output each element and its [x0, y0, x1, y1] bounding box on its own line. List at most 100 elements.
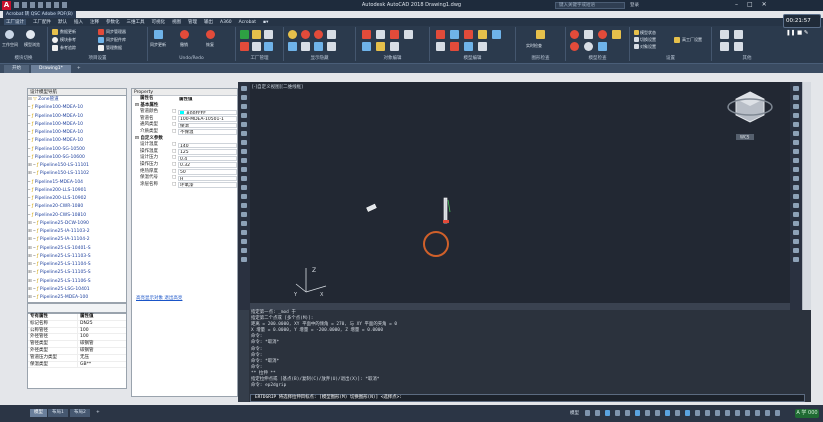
sync-library-icon[interactable]: [98, 37, 104, 43]
model-edit-icon-9[interactable]: [478, 42, 487, 51]
tool-icon[interactable]: [241, 158, 247, 163]
model-edit-icon-6[interactable]: [436, 42, 445, 51]
tree-scrollbar[interactable]: [27, 303, 127, 313]
tree-item[interactable]: ⎯ ƒ Pipeline200-LLS-10902: [28, 195, 126, 203]
tree-item[interactable]: ⊞ ⎯ ƒ Pipeline25-DCW-1090: [28, 220, 126, 228]
tool-icon[interactable]: [793, 194, 799, 199]
tool-icon[interactable]: [241, 212, 247, 217]
tree-item[interactable]: ⎯ ƒ Pipeline200-LLS-10901: [28, 187, 126, 195]
data-update-icon[interactable]: [52, 29, 58, 35]
selection-cycle-icon[interactable]: [665, 410, 670, 416]
tree-item[interactable]: ⊞ ⎯ ƒ Pipeline25-LS-11106-S: [28, 278, 126, 286]
maximize-icon[interactable]: □: [747, 1, 753, 8]
status-model-label[interactable]: 模型: [570, 410, 579, 416]
tree-item[interactable]: ⎯ ƒ Pipeline100-MDEA-10: [28, 137, 126, 145]
drawing-canvas[interactable]: [-]自定义视图][二维线框] WCS Z X Y: [238, 82, 802, 310]
tool-icon[interactable]: [793, 167, 799, 172]
quick-props-icon[interactable]: [725, 410, 730, 416]
tool-icon[interactable]: [793, 158, 799, 163]
ribbon-tab[interactable]: 注释: [90, 19, 99, 25]
highlight-links[interactable]: 高亮显示对象 退出高亮: [136, 295, 182, 301]
model-check-icon-2[interactable]: [584, 30, 593, 39]
property-value-field[interactable]: 0.4: [178, 155, 237, 162]
property-value-field[interactable]: 环氧漆: [178, 182, 237, 188]
tool-icon[interactable]: [241, 131, 247, 136]
ribbon-tab[interactable]: 参数化: [106, 19, 120, 25]
tree-item[interactable]: ⊞ ⎯ ƒ Pipeline150-LS-11102: [28, 170, 126, 178]
display-icon-4[interactable]: [327, 30, 336, 39]
lineweight-icon[interactable]: [645, 410, 650, 416]
tool-icon[interactable]: [793, 86, 799, 91]
tree-item[interactable]: ⊞ ⎯ ƒ Pipeline25-LS-11105-S: [28, 269, 126, 277]
ribbon-tab[interactable]: Acrobat: [239, 20, 256, 25]
property-value-field[interactable]: 100-MDEA-10501-1: [178, 116, 237, 122]
search-input[interactable]: 键入关键字或短语: [555, 2, 625, 9]
object-icon-3[interactable]: [390, 30, 399, 39]
redo-large-icon[interactable]: [206, 30, 215, 39]
vertical-scrollbar[interactable]: [802, 82, 811, 310]
layout-tab-2[interactable]: 布局2: [70, 409, 90, 417]
grid-icon[interactable]: [585, 410, 590, 416]
ribbon-tab[interactable]: 工厂设计: [4, 19, 26, 25]
tool-icon[interactable]: [793, 203, 799, 208]
tree-item[interactable]: ⎯ ƒ Pipeline20-CWS-10810: [28, 212, 126, 220]
tool-icon[interactable]: [793, 131, 799, 136]
factory-icon-1[interactable]: [240, 30, 249, 39]
object-icon-6[interactable]: [376, 42, 385, 51]
tree-item[interactable]: ⎯ ƒ Pipeline100-SG-10600: [28, 154, 126, 162]
property-value-field[interactable]: 不保温: [178, 129, 237, 136]
advanced-settings-icon[interactable]: [674, 37, 680, 43]
object-icon-4[interactable]: [404, 30, 413, 39]
customize-icon[interactable]: [775, 410, 780, 416]
tree-root[interactable]: ⊟ ▽ Zone管道: [28, 96, 126, 104]
tool-icon[interactable]: [793, 176, 799, 181]
display-icon-2[interactable]: [301, 30, 310, 39]
tool-icon[interactable]: [241, 248, 247, 253]
tree-item[interactable]: ⎯ ƒ Pipeline100-SG-10500: [28, 146, 126, 154]
sync-update-icon[interactable]: [154, 30, 163, 39]
annoscale-icon[interactable]: [695, 410, 700, 416]
model-status-icon[interactable]: [634, 30, 639, 35]
tool-icon[interactable]: [793, 149, 799, 154]
tab-drawing1[interactable]: Drawing1*: [31, 65, 71, 73]
tree-item[interactable]: ⎯ ƒ Pipeline100-MDEA-10: [28, 104, 126, 112]
display-icon-3[interactable]: [314, 30, 323, 39]
model-edit-icon-1[interactable]: [436, 30, 445, 39]
polar-icon[interactable]: [615, 410, 620, 416]
model-check-icon-7[interactable]: [598, 42, 607, 51]
tool-icon[interactable]: [241, 113, 247, 118]
workspace-icon[interactable]: [5, 30, 14, 39]
acrobat-tab[interactable]: Acrobat 转 QSC Adobe PDF(B): [3, 11, 76, 18]
tree-item[interactable]: ⎯ ƒ Pipeline100-MDEA-10: [28, 129, 126, 137]
view-cube[interactable]: [727, 91, 773, 123]
tool-icon[interactable]: [793, 104, 799, 109]
factory-icon-4[interactable]: [240, 42, 249, 51]
tool-icon[interactable]: [241, 104, 247, 109]
tree-item[interactable]: ⊞ ⎯ ƒ Pipeline25-LSG-10401: [28, 286, 126, 294]
display-icon-7[interactable]: [314, 42, 323, 51]
ribbon-tab[interactable]: 输出: [204, 19, 213, 25]
tree-item[interactable]: ⎯ ƒ Pipeline15-MDEA-104: [28, 179, 126, 187]
tool-icon[interactable]: [241, 95, 247, 100]
object-icon-7[interactable]: [390, 42, 399, 51]
ribbon-tab[interactable]: 视图: [172, 19, 181, 25]
ribbon-more-icon[interactable]: ▪▾: [263, 20, 268, 25]
object-icon-2[interactable]: [376, 30, 385, 39]
model-check-icon-4[interactable]: [612, 30, 621, 39]
horizontal-scrollbar[interactable]: [250, 303, 790, 310]
new-tab-button[interactable]: +: [73, 65, 85, 73]
model-edit-icon-4[interactable]: [478, 30, 487, 39]
isolate-icon[interactable]: [745, 410, 750, 416]
manage-data-icon[interactable]: [98, 45, 104, 51]
pipe-fitting-object[interactable]: [366, 203, 377, 212]
model-check-icon-3[interactable]: [598, 30, 607, 39]
workspace-switch-icon[interactable]: [705, 410, 710, 416]
layout-tab-add[interactable]: +: [92, 409, 104, 417]
ribbon-tab[interactable]: A360: [220, 20, 232, 25]
tree-item[interactable]: ⊞ ⎯ ƒ Pipeline25-IA-11104-2: [28, 236, 126, 244]
tool-icon[interactable]: [241, 239, 247, 244]
close-icon[interactable]: ✕: [762, 1, 767, 8]
tool-icon[interactable]: [241, 122, 247, 127]
sign-in-link[interactable]: 登录: [630, 2, 658, 9]
other-icon-2[interactable]: [734, 30, 743, 39]
